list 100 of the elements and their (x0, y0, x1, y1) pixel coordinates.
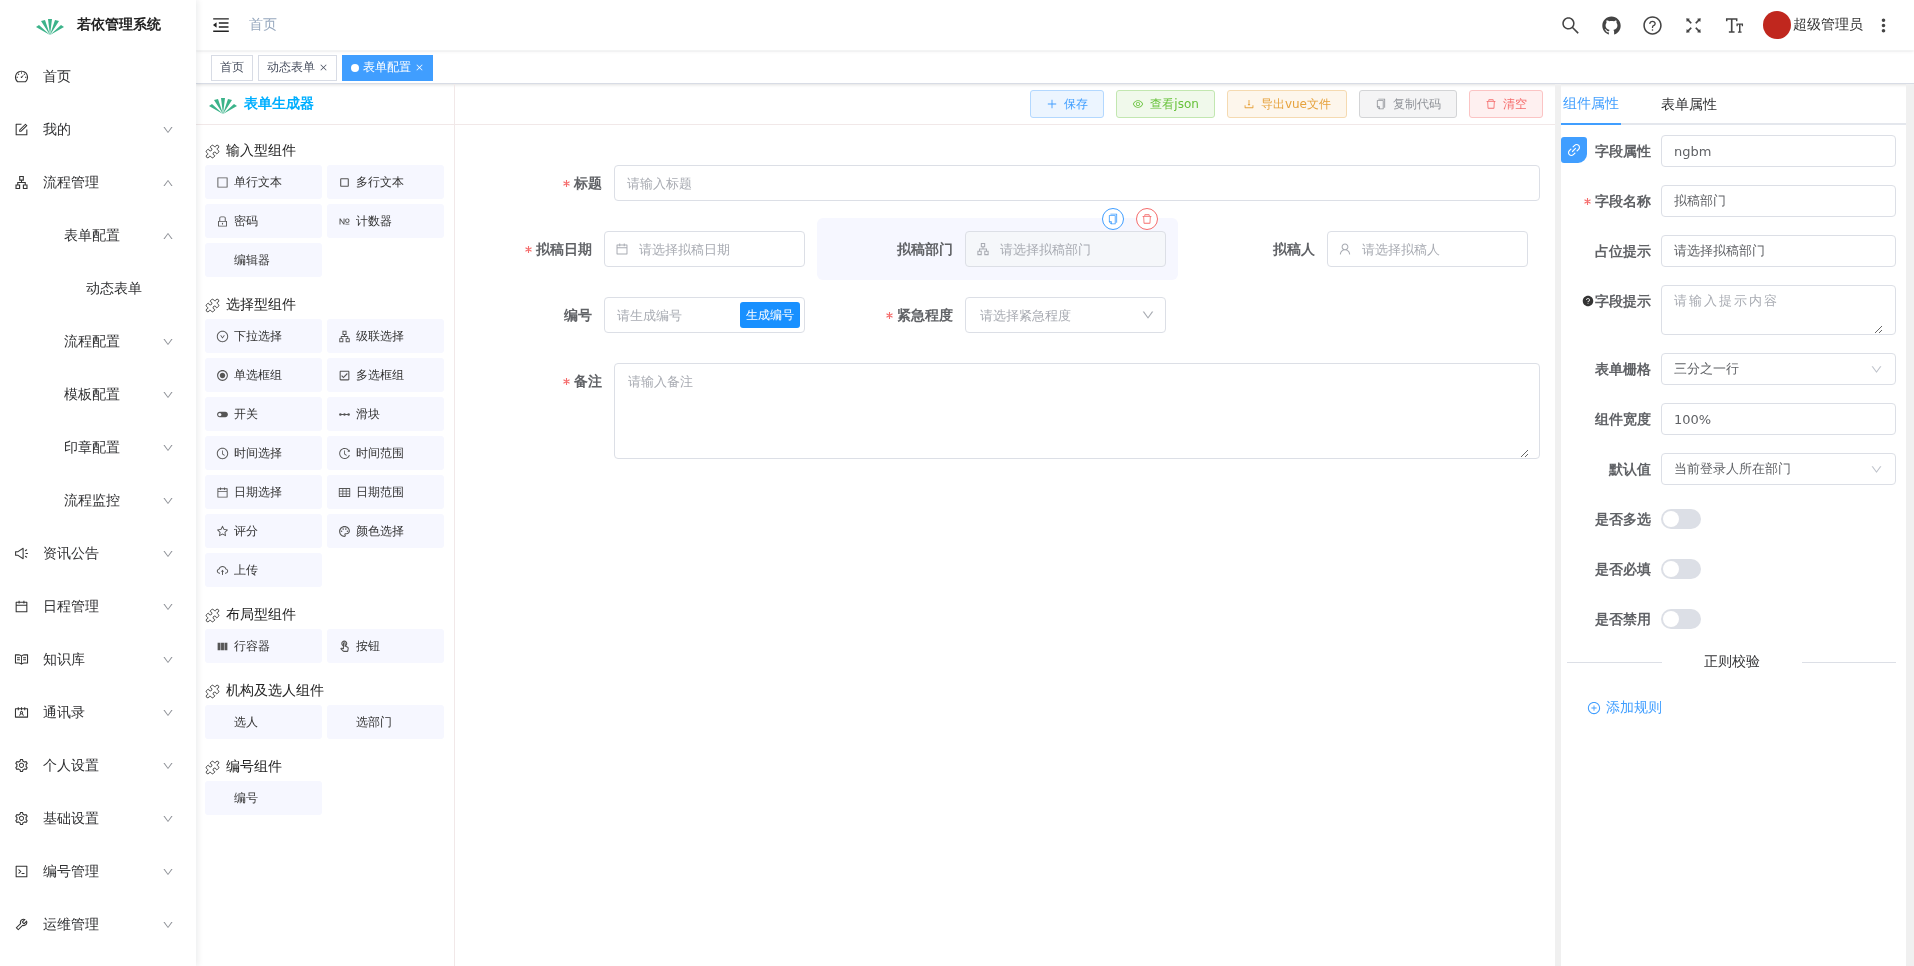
component-item[interactable]: 计数器 (327, 204, 444, 238)
field-label: 字段提示 (1595, 292, 1651, 311)
component-item[interactable]: 选部门 (327, 705, 444, 739)
sidebar-item[interactable]: 模板配置 (0, 368, 196, 421)
select-field[interactable]: 三分之一行 (1661, 353, 1896, 385)
component-item[interactable]: 多选框组 (327, 358, 444, 392)
component-item[interactable]: 级联选择 (327, 319, 444, 353)
component-item[interactable]: 日期选择 (205, 475, 322, 509)
sidebar-item[interactable]: 编号管理 (0, 845, 196, 898)
sidebar-item[interactable]: 基础设置 (0, 792, 196, 845)
sidebar-item[interactable]: 印章配置 (0, 421, 196, 474)
input-field[interactable]: 100% (1661, 403, 1896, 435)
tap-icon (338, 639, 351, 653)
copy-icon (1375, 98, 1387, 110)
sidebar-item[interactable]: 动态表单 (0, 262, 196, 315)
toggle-switch[interactable] (1661, 609, 1701, 629)
radio-icon (216, 368, 229, 382)
user-picker[interactable]: 请选择拟稿人 (1327, 231, 1528, 267)
text-input[interactable]: 请选择紧急程度 (978, 306, 1134, 324)
code-icon (14, 864, 29, 879)
date-picker[interactable]: 请选择拟稿日期 (603, 231, 805, 267)
input-icon (216, 175, 229, 189)
sidebar-item[interactable]: 资讯公告 (0, 527, 196, 580)
component-item[interactable]: 编辑器 (205, 243, 322, 277)
section-divider-title: 正则校验 (1702, 653, 1761, 671)
component-item[interactable]: 颜色选择 (327, 514, 444, 548)
field-label: 备注 (574, 372, 602, 391)
user-name[interactable]: 超级管理员 (1793, 16, 1863, 34)
field-label: 拟稿人 (1273, 240, 1315, 259)
textarea-icon (338, 175, 351, 189)
component-item[interactable]: 单行文本 (205, 165, 322, 199)
input-field[interactable]: ngbm (1661, 135, 1896, 167)
field-label: 标题 (574, 174, 602, 193)
sidebar-item[interactable]: 个人设置 (0, 739, 196, 792)
component-item[interactable]: 选人 (205, 705, 322, 739)
department-picker[interactable]: 请选择拟稿部门 (965, 231, 1167, 267)
close-icon[interactable] (319, 63, 328, 72)
input-field[interactable]: 请选择拟稿部门 (1661, 235, 1896, 267)
component-item[interactable]: 单选框组 (205, 358, 322, 392)
tool-icon (14, 917, 29, 932)
field-label: 默认值 (1609, 460, 1651, 479)
text-input[interactable]: 请生成编号 (614, 306, 732, 324)
select-field[interactable]: 当前登录人所在部门 (1661, 453, 1896, 485)
gear-icon (14, 811, 29, 826)
speaker-icon (14, 546, 29, 561)
component-item[interactable]: 评分 (205, 514, 322, 548)
page-tab[interactable]: 首页 (211, 54, 253, 81)
input-field[interactable]: 拟稿部门 (1661, 185, 1896, 217)
text-input[interactable]: 请选择拟稿日期 (636, 240, 794, 258)
input-field[interactable]: 请输入标题 (614, 165, 1540, 201)
puzzle-icon (205, 759, 220, 775)
sidebar-item[interactable]: 运维管理 (0, 898, 196, 951)
sidebar-item[interactable]: 通讯录 (0, 686, 196, 739)
sidebar-item[interactable]: 流程配置 (0, 315, 196, 368)
select-field[interactable]: 请选择紧急程度 (965, 297, 1167, 333)
component-item[interactable]: 编号 (205, 781, 322, 815)
component-item[interactable]: 按钮 (327, 629, 444, 663)
delete-icon[interactable] (1136, 208, 1159, 230)
toggle-switch[interactable] (1661, 509, 1701, 529)
panel-tab[interactable]: 表单属性 (1641, 84, 1719, 125)
field-label: 编号 (563, 306, 592, 325)
sidebar-item[interactable]: 日程管理 (0, 580, 196, 633)
link-icon[interactable] (1561, 137, 1587, 163)
field-label: 组件宽度 (1595, 410, 1651, 429)
gear-icon (14, 758, 29, 773)
menu-icon[interactable] (211, 15, 231, 35)
text-input[interactable]: 请选择拟稿人 (1360, 240, 1517, 258)
help-icon[interactable] (1642, 14, 1663, 36)
search-icon[interactable] (1560, 14, 1581, 36)
toggle-switch[interactable] (1661, 559, 1701, 579)
field-label: 紧急程度 (897, 306, 954, 325)
sidebar-item[interactable]: 首页 (0, 50, 196, 103)
component-item[interactable]: 时间选择 (205, 436, 322, 470)
avatar[interactable] (1763, 11, 1791, 39)
group-title: 选择型组件 (226, 296, 296, 314)
github-icon[interactable] (1601, 14, 1622, 36)
component-item[interactable]: 开关 (205, 397, 322, 431)
puzzle-icon (205, 143, 220, 159)
component-item[interactable]: 日期范围 (327, 475, 444, 509)
page-tab[interactable]: 动态表单 (258, 54, 337, 81)
dashboard-icon (14, 69, 29, 84)
component-item[interactable]: 上传 (205, 553, 322, 587)
selected-form-item[interactable]: 拟稿部门 请选择拟稿部门 (816, 218, 1179, 280)
sidebar-item[interactable]: 流程监控 (0, 474, 196, 527)
component-item[interactable]: 下拉选择 (205, 319, 322, 353)
text-input[interactable]: 请选择拟稿部门 (998, 240, 1156, 258)
component-item[interactable]: 时间范围 (327, 436, 444, 470)
dropdown-icon (216, 329, 229, 343)
sidebar-item[interactable]: 流程管理 (0, 156, 196, 209)
calendar-range-icon (338, 485, 351, 499)
field-label: 是否禁用 (1595, 610, 1651, 629)
sidebar-item[interactable]: 我的 (0, 103, 196, 156)
component-item[interactable]: 行容器 (205, 629, 322, 663)
contacts-icon (14, 705, 29, 720)
sidebar-item[interactable]: 知识库 (0, 633, 196, 686)
component-item[interactable]: 滑块 (327, 397, 444, 431)
component-item[interactable]: 密码 (205, 204, 322, 238)
component-item[interactable]: 多行文本 (327, 165, 444, 199)
text-input[interactable]: 请输入标题 (625, 174, 1529, 192)
sidebar-item[interactable]: 表单配置 (0, 209, 196, 262)
